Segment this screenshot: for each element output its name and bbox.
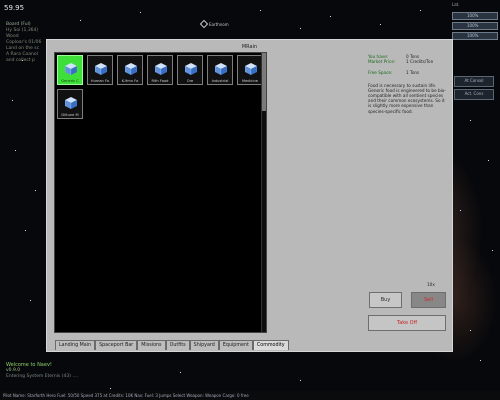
market-price-label: Market Price: <box>368 59 396 65</box>
quantity-label: 10x <box>427 282 435 287</box>
hud-side-button[interactable]: Act. Cons <box>454 89 494 100</box>
commodity-item[interactable]: Industrial <box>207 55 233 85</box>
commodity-item[interactable]: Ore <box>177 55 203 85</box>
status-bar: Pilot Name: Starforth Hero Fuel: 50/50 S… <box>0 391 500 400</box>
star <box>35 190 36 191</box>
commodity-label: Human Fo <box>90 79 110 83</box>
star <box>330 16 331 17</box>
hud-side-button[interactable]: At Consol <box>454 76 494 87</box>
target-marker: Earthnom <box>199 19 229 29</box>
commodity-item[interactable]: Human Fo <box>87 55 113 85</box>
free-space-value: 1 Tons <box>406 70 420 76</box>
tab-shipyard[interactable]: Shipyard <box>189 340 219 350</box>
star <box>420 10 421 11</box>
crate-icon <box>65 63 77 75</box>
window-title: MRain <box>241 44 258 50</box>
crate-icon <box>95 63 107 75</box>
star <box>300 380 301 381</box>
commodity-label: Rith Food <box>151 79 169 83</box>
commodity-label: Ore <box>186 79 194 83</box>
star <box>488 160 489 161</box>
star <box>470 120 471 121</box>
commodity-window: MRain Generic C Human Fo K-9mn Fo Rith F… <box>46 39 453 352</box>
crate-icon <box>215 63 227 75</box>
tab-equipment[interactable]: Equipment <box>218 340 253 350</box>
hud-readout: Lat. <box>452 2 460 7</box>
hud-bar: 100% <box>452 12 498 20</box>
commodity-label: Diltune M <box>61 113 79 117</box>
star <box>480 360 481 361</box>
sell-button[interactable]: Sell <box>411 292 446 308</box>
star <box>15 150 16 151</box>
tab-missions[interactable]: Missions <box>137 340 166 350</box>
star <box>25 230 26 231</box>
star <box>300 28 301 29</box>
star <box>12 100 13 101</box>
target-label: Earthnom <box>209 21 229 27</box>
star <box>140 12 141 13</box>
tab-landing-main[interactable]: Landing Main <box>55 340 96 350</box>
status-line: and collect p <box>6 58 35 63</box>
commodity-label: Generic C <box>61 79 79 83</box>
fps-counter: 59.95 <box>4 4 25 12</box>
commodity-grid: Generic C Human Fo K-9mn Fo Rith Food Or… <box>54 52 267 333</box>
star <box>380 24 381 25</box>
tab-commodity[interactable]: Commodity <box>252 340 289 350</box>
star <box>30 300 31 301</box>
commodity-label: Medicine <box>241 79 259 83</box>
star <box>470 330 471 331</box>
takeoff-button[interactable]: Take Off <box>368 315 446 331</box>
hud-bar: 100% <box>452 22 498 30</box>
commodity-item[interactable]: Medicine <box>237 55 263 85</box>
commodity-item[interactable]: Rith Food <box>147 55 173 85</box>
tab-outfits[interactable]: Outfits <box>165 340 190 350</box>
crate-icon <box>245 63 257 75</box>
buy-button[interactable]: Buy <box>369 292 402 308</box>
hud-bar: 100% <box>452 32 498 40</box>
free-space-label: Free Space: <box>368 70 393 76</box>
commodity-item[interactable]: Generic C <box>57 55 83 85</box>
free-space-row: Free Space: 1 Tons <box>368 70 446 75</box>
commodity-label: Industrial <box>211 79 229 83</box>
market-price-value: 1 Credits/Ton <box>406 59 434 65</box>
crate-icon <box>65 97 77 109</box>
tab-spaceport-bar[interactable]: Spaceport Bar <box>95 340 138 350</box>
commodity-description: Food is necessary to sustain life. Gener… <box>368 82 446 114</box>
star <box>260 10 261 11</box>
hud-side-buttons: At Consol Act. Cons <box>454 76 494 102</box>
mission-status: Board (Ful) Hy Soi (1,364) Wood Coploar'… <box>6 22 41 64</box>
star <box>110 388 111 389</box>
crate-icon <box>125 63 137 75</box>
commodity-info: You have: 0 Tons Market Price: 1 Credits… <box>368 54 446 114</box>
crate-icon <box>155 63 167 75</box>
star <box>492 250 493 251</box>
land-tabs: Landing Main Spaceport Bar Missions Outf… <box>55 340 289 350</box>
grid-scrollbar[interactable] <box>261 53 266 332</box>
message-log: Welcome to Naev! v0.9.0 Entering System … <box>6 362 78 380</box>
commodity-item[interactable]: Diltune M <box>57 89 83 119</box>
scrollbar-thumb[interactable] <box>262 53 266 111</box>
star <box>180 372 181 373</box>
crate-icon <box>185 63 197 75</box>
commodity-label: K-9mn Fo <box>121 79 139 83</box>
commodity-item[interactable]: K-9mn Fo <box>117 55 143 85</box>
star <box>460 210 461 211</box>
star <box>80 20 81 21</box>
target-diamond-icon <box>199 19 209 29</box>
hud-right-panel: Lat. 100% 100% 100% <box>452 2 498 42</box>
system-message: Entering System Eternis (43) .... <box>6 374 79 379</box>
